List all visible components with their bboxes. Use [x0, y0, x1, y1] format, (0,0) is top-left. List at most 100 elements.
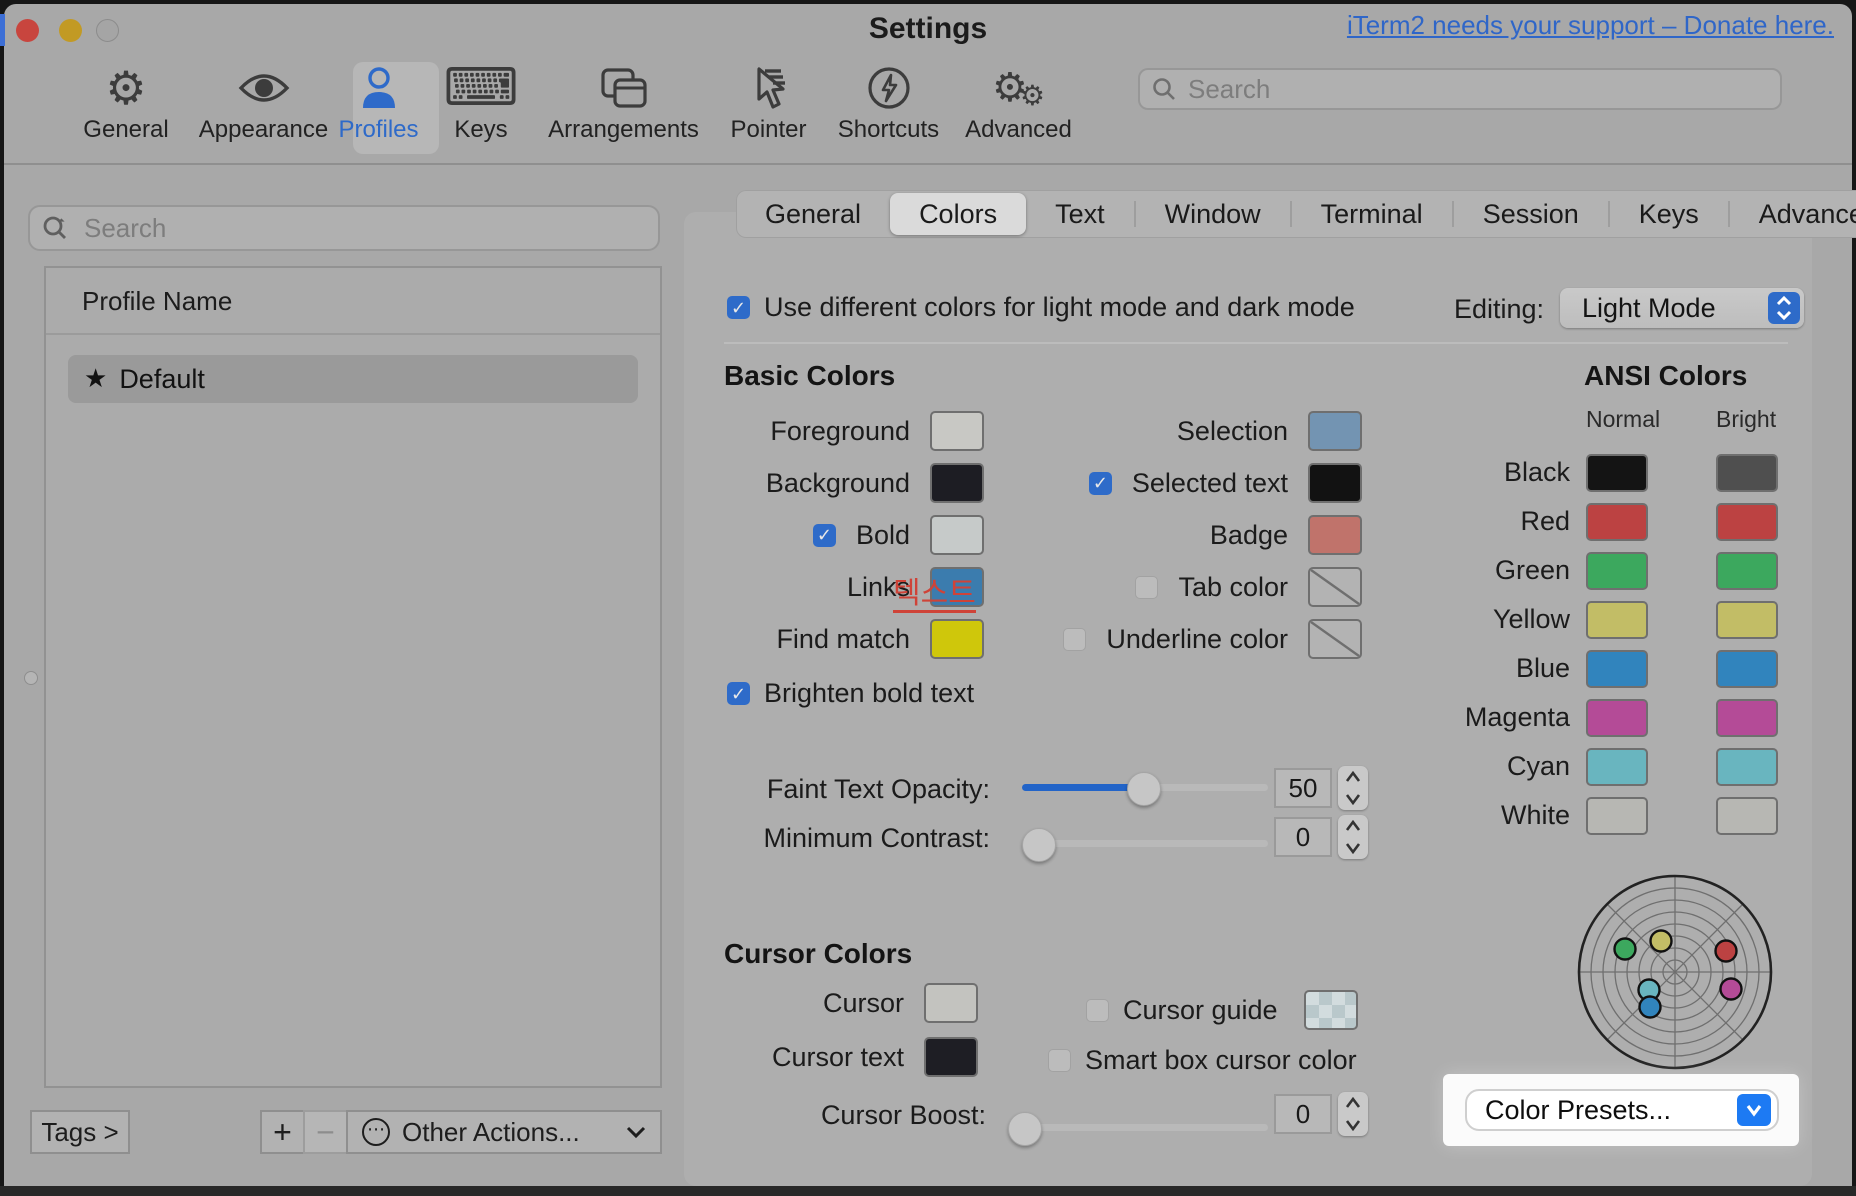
tab-general[interactable]: General	[736, 193, 890, 235]
ansi-cyan-bright-swatch[interactable]	[1716, 748, 1778, 786]
tab-text[interactable]: Text	[1026, 193, 1134, 235]
ansi-row-green: Green	[1428, 546, 1778, 595]
gear-icon: ⚙	[105, 62, 146, 114]
bold-swatch[interactable]	[930, 515, 984, 555]
ansi-black-normal-swatch[interactable]	[1586, 454, 1648, 492]
ansi-white-normal-swatch[interactable]	[1586, 797, 1648, 835]
tab-color-swatch[interactable]	[1308, 567, 1362, 607]
faint-opacity-label: Faint Text Opacity:	[720, 774, 990, 805]
ansi-cyan-normal-swatch[interactable]	[1586, 748, 1648, 786]
faint-opacity-stepper[interactable]	[1338, 766, 1368, 810]
smart-box-checkbox[interactable]: ✓	[1048, 1049, 1071, 1072]
cursor-boost-label: Cursor Boost:	[760, 1100, 986, 1131]
toolbar-item-keys[interactable]: ⌨ Keys	[426, 62, 536, 144]
cursor-guide-checkbox[interactable]: ✓	[1086, 999, 1109, 1022]
min-contrast-value[interactable]: 0	[1274, 817, 1332, 857]
cursor-boost-stepper[interactable]	[1338, 1092, 1368, 1136]
faint-opacity-value[interactable]: 50	[1274, 768, 1332, 808]
color-wheel[interactable]	[1575, 872, 1775, 1072]
smart-box-label: Smart box cursor color	[1085, 1045, 1357, 1076]
tab-keys[interactable]: Keys	[1610, 193, 1728, 235]
ansi-blue-normal-swatch[interactable]	[1586, 650, 1648, 688]
selected-text-checkbox[interactable]: ✓	[1089, 472, 1112, 495]
ansi-yellow-bright-swatch[interactable]	[1716, 601, 1778, 639]
cursor-text-swatch[interactable]	[924, 1037, 978, 1077]
wheel-color-dot[interactable]	[1716, 941, 1737, 962]
remove-profile-button[interactable]: −	[303, 1110, 348, 1154]
slider-knob[interactable]	[1008, 1112, 1042, 1146]
slider-knob[interactable]	[1022, 828, 1056, 862]
tab-window[interactable]: Window	[1136, 193, 1290, 235]
ansi-magenta-bright-swatch[interactable]	[1716, 699, 1778, 737]
wheel-color-dot[interactable]	[1651, 931, 1672, 952]
other-actions-dropdown[interactable]: ⋯ Other Actions...	[346, 1110, 662, 1154]
smart-box-row: ✓ Smart box cursor color	[1048, 1045, 1357, 1076]
min-contrast-stepper[interactable]	[1338, 815, 1368, 859]
wheel-color-dot[interactable]	[1721, 979, 1742, 1000]
other-actions-label: Other Actions...	[402, 1117, 580, 1148]
tab-colors[interactable]: Colors	[890, 193, 1026, 235]
chevron-down-icon	[1345, 842, 1361, 854]
ansi-black-bright-swatch[interactable]	[1716, 454, 1778, 492]
tab-session[interactable]: Session	[1454, 193, 1608, 235]
underline-color-swatch[interactable]	[1308, 619, 1362, 659]
toolbar-search-input[interactable]	[1186, 73, 1768, 106]
faint-opacity-slider[interactable]	[1022, 784, 1268, 791]
slider-knob[interactable]	[1127, 772, 1161, 806]
toolbar-item-profiles[interactable]: Profiles	[331, 62, 426, 144]
cursor-boost-value[interactable]: 0	[1274, 1094, 1332, 1134]
chevron-up-icon	[1345, 771, 1361, 783]
toolbar-item-general[interactable]: ⚙ General	[56, 62, 196, 144]
bold-checkbox[interactable]: ✓	[813, 524, 836, 547]
ansi-white-bright-swatch[interactable]	[1716, 797, 1778, 835]
tab-terminal[interactable]: Terminal	[1292, 193, 1452, 235]
lightning-icon	[866, 62, 912, 114]
toolbar-item-pointer[interactable]: Pointer	[711, 62, 826, 144]
tab-advanced[interactable]: Advanced	[1730, 193, 1856, 235]
star-icon: ★	[84, 364, 107, 394]
tab-color-checkbox[interactable]: ✓	[1135, 576, 1158, 599]
wheel-color-dot[interactable]	[1615, 939, 1636, 960]
badge-swatch[interactable]	[1308, 515, 1362, 555]
foreground-swatch[interactable]	[930, 411, 984, 451]
sidebar-search-input[interactable]	[82, 212, 646, 245]
color-presets-dropdown[interactable]: Color Presets...	[1465, 1089, 1779, 1131]
red-annotation-text: 텍스트	[893, 578, 976, 613]
underline-color-checkbox[interactable]: ✓	[1063, 628, 1086, 651]
slider-fill	[1022, 784, 1143, 791]
toolbar-search[interactable]	[1138, 68, 1782, 110]
toolbar-item-shortcuts[interactable]: Shortcuts	[826, 62, 951, 144]
ansi-blue-bright-swatch[interactable]	[1716, 650, 1778, 688]
cursor-guide-swatch[interactable]	[1304, 990, 1358, 1030]
donate-link[interactable]: iTerm2 needs your support – Donate here.	[1347, 10, 1834, 41]
cursor-boost-slider[interactable]	[1008, 1124, 1268, 1131]
color-row-find-match: Find match	[700, 613, 984, 665]
ansi-row-cyan: Cyan	[1428, 742, 1778, 791]
toolbar-item-appearance[interactable]: Appearance	[196, 62, 331, 144]
chevron-down-icon	[1345, 1119, 1361, 1131]
cursor-swatch[interactable]	[924, 983, 978, 1023]
background-swatch[interactable]	[930, 463, 984, 503]
gears-icon: ⚙⚙	[992, 62, 1045, 114]
ansi-magenta-normal-swatch[interactable]	[1586, 699, 1648, 737]
ansi-green-bright-swatch[interactable]	[1716, 552, 1778, 590]
find-match-swatch[interactable]	[930, 619, 984, 659]
add-profile-button[interactable]: +	[260, 1110, 305, 1154]
ansi-green-normal-swatch[interactable]	[1586, 552, 1648, 590]
ansi-red-normal-swatch[interactable]	[1586, 503, 1648, 541]
brighten-bold-checkbox[interactable]: ✓	[727, 682, 750, 705]
tab-bar: General Colors Text Window Terminal Sess…	[736, 190, 1856, 238]
toolbar-item-arrangements[interactable]: Arrangements	[536, 62, 711, 144]
ansi-red-bright-swatch[interactable]	[1716, 503, 1778, 541]
wheel-color-dot[interactable]	[1640, 997, 1661, 1018]
min-contrast-slider[interactable]	[1022, 840, 1268, 847]
selected-text-swatch[interactable]	[1308, 463, 1362, 503]
different-colors-checkbox[interactable]: ✓	[727, 296, 750, 319]
tags-button[interactable]: Tags >	[30, 1110, 130, 1154]
editing-dropdown[interactable]: Light Mode	[1560, 288, 1804, 328]
sidebar-search[interactable]	[28, 205, 660, 251]
profile-row-default[interactable]: ★ Default	[68, 355, 638, 403]
selection-swatch[interactable]	[1308, 411, 1362, 451]
toolbar-item-advanced[interactable]: ⚙⚙ Advanced	[951, 62, 1086, 144]
ansi-yellow-normal-swatch[interactable]	[1586, 601, 1648, 639]
